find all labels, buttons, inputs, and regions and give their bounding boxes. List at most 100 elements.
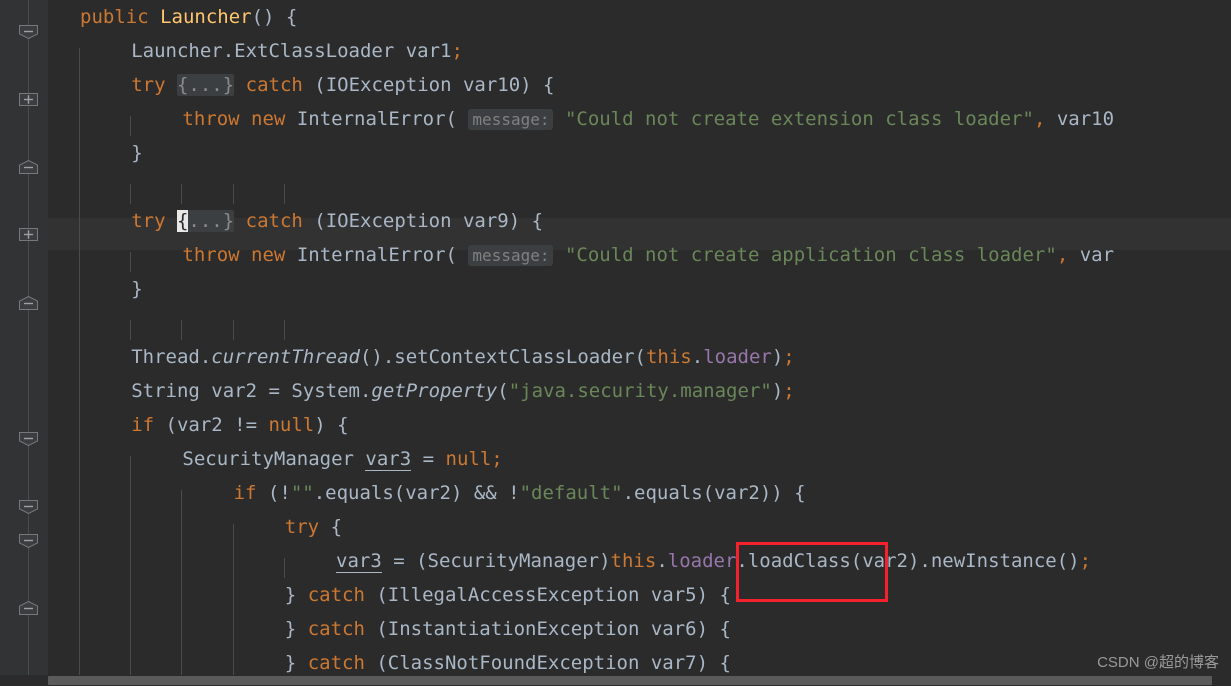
code-token: this <box>645 346 692 368</box>
code-line[interactable]: try { <box>0 510 1231 544</box>
code-token: ; <box>1079 550 1092 572</box>
fold-marker-try-3-icon[interactable] <box>18 533 39 548</box>
code-line[interactable]: try {...} catch (IOException var10) { <box>0 68 1231 102</box>
code-token: new <box>251 108 286 130</box>
code-token: String var2 = System. <box>131 380 372 402</box>
code-token: InternalError( <box>285 244 457 266</box>
code-token: ( <box>497 380 509 402</box>
code-token: ) <box>771 380 784 402</box>
editor-gutter[interactable] <box>0 0 48 686</box>
code-token: (IOException var10) { <box>302 74 555 96</box>
code-token: Thread. <box>131 346 212 368</box>
code-token: try <box>284 516 320 538</box>
code-token: throw <box>182 244 240 266</box>
folded-code-placeholder[interactable]: {...} <box>176 74 235 96</box>
code-token: ; <box>783 380 795 402</box>
code-token: } <box>131 142 143 164</box>
code-token: (IOException var9) { <box>302 210 544 232</box>
code-token: .equals(var2)) { <box>622 482 806 504</box>
code-token: "" <box>290 482 314 504</box>
code-token: (ClassNotFoundException var7) { <box>364 652 731 674</box>
code-token: ; <box>451 40 463 62</box>
code-line[interactable]: if (var2 != null) { <box>0 408 1231 442</box>
fold-marker-if-start-icon[interactable] <box>18 431 39 446</box>
static-method-call[interactable]: getProperty <box>371 380 497 402</box>
code-token: (IllegalAccessException var5) { <box>364 584 731 606</box>
code-token: } <box>284 652 308 674</box>
indent-guide <box>233 524 234 680</box>
code-line[interactable]: Launcher.ExtClassLoader var1; <box>0 34 1231 68</box>
code-token: try <box>131 210 166 232</box>
horizontal-scrollbar[interactable] <box>0 675 1231 686</box>
indent-guide <box>181 320 182 340</box>
fold-marker-try-2-icon[interactable] <box>18 227 39 242</box>
code-token: "Could not create extension class loader… <box>564 108 1034 130</box>
indent-guide <box>79 48 80 680</box>
code-token: .equals(var2) && ! <box>313 482 520 504</box>
identifier-usage-highlight[interactable]: var3 <box>365 448 412 471</box>
code-token: null <box>445 448 492 470</box>
fold-marker-method-start-icon[interactable] <box>18 24 39 39</box>
code-line[interactable]: if (!"".equals(var2) && !"default".equal… <box>0 476 1231 510</box>
code-line[interactable]: } <box>0 136 1231 170</box>
code-token: ; <box>783 346 795 368</box>
code-token: catch <box>307 584 365 606</box>
parameter-name-hint: message: <box>468 109 554 130</box>
code-token: var10 <box>1045 108 1115 130</box>
horizontal-scrollbar-thumb[interactable] <box>48 676 1212 685</box>
code-token: null <box>268 414 315 436</box>
code-token: if <box>233 482 257 504</box>
code-line[interactable]: SecurityManager var3 = null; <box>0 442 1231 476</box>
code-token: if <box>131 414 155 436</box>
code-token: "default" <box>519 482 623 504</box>
indent-guide <box>130 456 131 680</box>
code-line[interactable]: } catch (InstantiationException var6) { <box>0 612 1231 646</box>
code-line[interactable] <box>0 170 1231 204</box>
code-token: (! <box>256 482 291 504</box>
code-token: this <box>610 550 657 572</box>
code-line[interactable]: } <box>0 272 1231 306</box>
identifier-usage-highlight[interactable]: var3 <box>336 550 382 573</box>
code-token: catch <box>307 652 365 674</box>
code-token: . <box>656 550 668 572</box>
code-token: , <box>1033 108 1046 130</box>
code-token: "java.security.manager" <box>508 380 772 402</box>
static-method-call[interactable]: currentThread <box>211 346 360 368</box>
code-line[interactable]: Thread.currentThread().setContextClassLo… <box>0 340 1231 374</box>
code-editor[interactable]: public Launcher() {Launcher.ExtClassLoad… <box>0 0 1231 686</box>
code-line[interactable]: throw new InternalError( message: "Could… <box>0 238 1231 272</box>
fold-marker-catch-end-icon[interactable] <box>18 601 39 616</box>
code-line[interactable]: public Launcher() { <box>0 0 1231 34</box>
code-line[interactable]: String var2 = System.getProperty("java.s… <box>0 374 1231 408</box>
fold-marker-block-end-1-icon[interactable] <box>18 160 39 175</box>
indent-guide <box>233 184 234 204</box>
code-line[interactable] <box>0 306 1231 340</box>
code-token: ) { <box>314 414 349 436</box>
code-token: } <box>131 278 143 300</box>
code-token: SecurityManager <box>182 448 366 470</box>
code-token: ) <box>771 346 784 368</box>
code-token: InternalError( <box>285 108 457 130</box>
code-line[interactable]: } catch (IllegalAccessException var5) { <box>0 578 1231 612</box>
folded-code-placeholder[interactable]: ...} <box>188 210 235 232</box>
fold-marker-if-inner-icon[interactable] <box>18 499 39 514</box>
code-content[interactable]: public Launcher() {Launcher.ExtClassLoad… <box>0 0 1231 686</box>
code-token: = <box>411 448 446 470</box>
code-line[interactable]: throw new InternalError( message: "Could… <box>0 102 1231 136</box>
code-token: } <box>284 618 308 640</box>
indent-guide <box>284 320 285 340</box>
code-token: ().setContextClassLoader( <box>359 346 646 368</box>
fold-marker-try-1-icon[interactable] <box>18 92 39 107</box>
code-token: throw <box>182 108 240 130</box>
indent-guide <box>181 184 182 204</box>
indent-guide <box>130 184 131 204</box>
code-line[interactable]: var3 = (SecurityManager)this.loader.load… <box>0 544 1231 578</box>
fold-marker-block-end-2-icon[interactable] <box>18 296 39 311</box>
code-line[interactable]: try {...} catch (IOException var9) { <box>0 204 1231 238</box>
